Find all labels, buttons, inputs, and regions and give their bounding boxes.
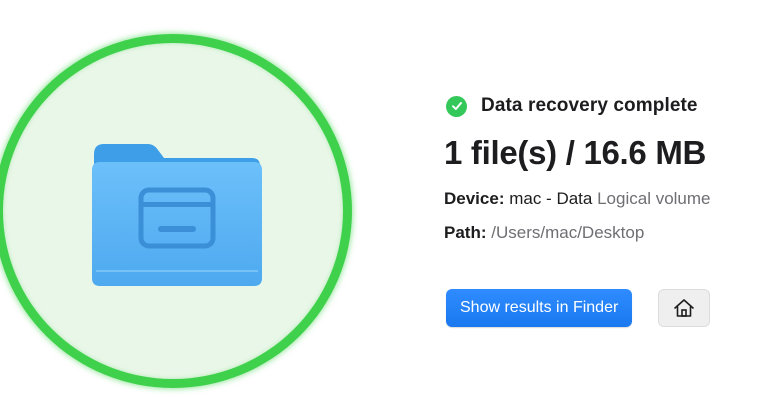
home-button[interactable]	[658, 289, 711, 327]
result-summary: 1 file(s) / 16.6 MB	[444, 134, 707, 171]
path-value: /Users/mac/Desktop	[491, 223, 645, 242]
result-info: Data recovery complete 1 file(s) / 16.6 …	[444, 92, 768, 244]
device-name: mac - Data	[509, 189, 593, 208]
show-results-in-finder-button[interactable]: Show results in Finder	[446, 289, 633, 327]
device-type: Logical volume	[597, 189, 711, 208]
path-label: Path:	[444, 223, 487, 242]
path-row: Path: /Users/mac/Desktop	[444, 222, 768, 244]
recovery-complete-screen: Data recovery complete 1 file(s) / 16.6 …	[0, 0, 768, 397]
status-text: Data recovery complete	[481, 95, 698, 116]
home-icon	[674, 299, 695, 317]
device-label: Device:	[444, 189, 505, 208]
status-row: Data recovery complete	[444, 92, 768, 120]
folder-icon	[92, 144, 262, 286]
action-bar: Show results in Finder	[446, 289, 711, 327]
checkmark-circle-icon	[446, 95, 467, 117]
device-row: Device: mac - Data Logical volume	[444, 188, 768, 210]
